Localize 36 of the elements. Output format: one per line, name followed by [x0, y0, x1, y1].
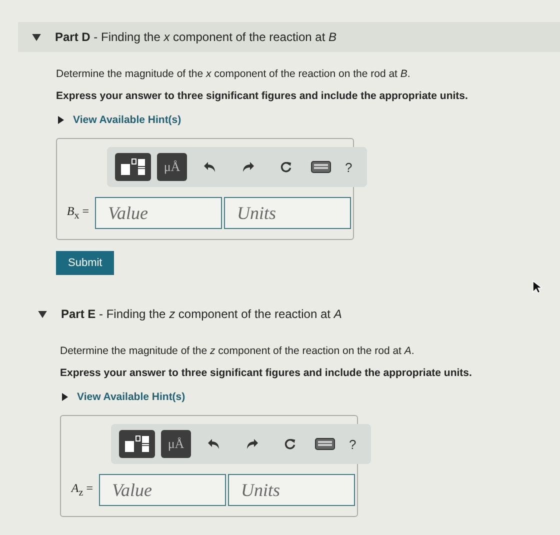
question-text: Determine the magnitude of the z component of the reaction on the rod at A.	[60, 345, 416, 357]
question-text: Determine the magnitude of the x component of the reaction on the rod at B.	[56, 68, 412, 80]
units-field[interactable]: Units	[228, 474, 355, 506]
template-button[interactable]	[119, 430, 155, 458]
template-button[interactable]	[115, 153, 151, 181]
undo-icon[interactable]	[203, 161, 217, 173]
part-header[interactable]: Part E - Finding the z component of the reaction at A	[24, 299, 560, 329]
variable-label: A$_{z}$ =	[70, 481, 94, 499]
hints-link[interactable]: View Available Hint(s)	[73, 114, 182, 126]
units-button[interactable]: μÅ	[157, 153, 187, 181]
expand-arrow-icon	[58, 116, 64, 124]
variable-label: B$_{x}$ =	[66, 204, 90, 222]
reset-icon[interactable]	[279, 161, 293, 173]
hints-link[interactable]: View Available Hint(s)	[77, 391, 186, 403]
collapse-arrow-icon[interactable]	[32, 34, 41, 40]
help-button[interactable]: ?	[345, 160, 352, 174]
collapse-arrow-icon[interactable]	[38, 310, 47, 318]
expand-arrow-icon	[62, 393, 68, 401]
instruction-text: Express your answer to three significant figures and include the appropriate units.	[60, 367, 473, 379]
keyboard-icon[interactable]	[311, 161, 331, 173]
submit-button[interactable]: Submit	[56, 251, 114, 275]
part-header[interactable]: Part D - Finding the x component of the reaction at B	[18, 22, 560, 52]
value-field[interactable]: Value	[99, 474, 226, 506]
part-title: Part D - Finding the x component of the reaction at B	[55, 30, 336, 44]
redo-icon[interactable]	[241, 161, 255, 173]
instruction-text: Express your answer to three significant figures and include the appropriate units.	[56, 90, 469, 102]
part-title: Part E - Finding the z component of the reaction at A	[61, 307, 342, 321]
undo-icon[interactable]	[207, 438, 221, 450]
value-field[interactable]: Value	[95, 197, 222, 229]
reset-icon[interactable]	[283, 438, 297, 450]
redo-icon[interactable]	[245, 438, 259, 450]
units-field[interactable]: Units	[224, 197, 351, 229]
help-button[interactable]: ?	[349, 436, 356, 452]
keyboard-icon[interactable]	[315, 438, 335, 450]
units-button[interactable]: μÅ	[161, 430, 191, 458]
mouse-cursor-icon	[532, 280, 542, 294]
